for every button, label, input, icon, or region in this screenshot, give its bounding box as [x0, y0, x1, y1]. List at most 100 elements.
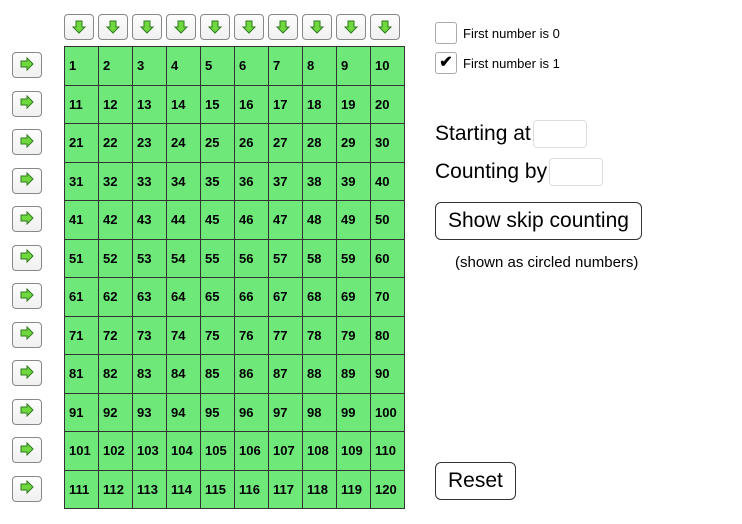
- grid-cell[interactable]: 51: [65, 239, 99, 278]
- grid-cell[interactable]: 62: [99, 278, 133, 317]
- grid-cell[interactable]: 98: [303, 393, 337, 432]
- grid-cell[interactable]: 42: [99, 201, 133, 240]
- column-arrow-button[interactable]: [200, 14, 230, 40]
- grid-cell[interactable]: 105: [201, 432, 235, 471]
- grid-cell[interactable]: 14: [167, 85, 201, 124]
- grid-cell[interactable]: 100: [371, 393, 405, 432]
- row-arrow-button[interactable]: [12, 245, 42, 271]
- row-arrow-button[interactable]: [12, 129, 42, 155]
- row-arrow-button[interactable]: [12, 206, 42, 232]
- grid-cell[interactable]: 118: [303, 470, 337, 509]
- grid-cell[interactable]: 92: [99, 393, 133, 432]
- column-arrow-button[interactable]: [302, 14, 332, 40]
- grid-cell[interactable]: 61: [65, 278, 99, 317]
- starting-at-input[interactable]: [533, 120, 587, 148]
- grid-cell[interactable]: 31: [65, 162, 99, 201]
- grid-cell[interactable]: 37: [269, 162, 303, 201]
- grid-cell[interactable]: 6: [235, 47, 269, 86]
- row-arrow-button[interactable]: [12, 168, 42, 194]
- grid-cell[interactable]: 38: [303, 162, 337, 201]
- grid-cell[interactable]: 34: [167, 162, 201, 201]
- grid-cell[interactable]: 70: [371, 278, 405, 317]
- grid-cell[interactable]: 103: [133, 432, 167, 471]
- row-arrow-button[interactable]: [12, 91, 42, 117]
- grid-cell[interactable]: 11: [65, 85, 99, 124]
- row-arrow-button[interactable]: [12, 52, 42, 78]
- column-arrow-button[interactable]: [234, 14, 264, 40]
- grid-cell[interactable]: 40: [371, 162, 405, 201]
- grid-cell[interactable]: 29: [337, 124, 371, 163]
- grid-cell[interactable]: 30: [371, 124, 405, 163]
- grid-cell[interactable]: 9: [337, 47, 371, 86]
- grid-cell[interactable]: 109: [337, 432, 371, 471]
- grid-cell[interactable]: 75: [201, 316, 235, 355]
- grid-cell[interactable]: 35: [201, 162, 235, 201]
- grid-cell[interactable]: 3: [133, 47, 167, 86]
- grid-cell[interactable]: 97: [269, 393, 303, 432]
- row-arrow-button[interactable]: [12, 399, 42, 425]
- show-skip-counting-button[interactable]: Show skip counting: [435, 202, 642, 240]
- grid-cell[interactable]: 25: [201, 124, 235, 163]
- grid-cell[interactable]: 81: [65, 355, 99, 394]
- grid-cell[interactable]: 2: [99, 47, 133, 86]
- column-arrow-button[interactable]: [268, 14, 298, 40]
- grid-cell[interactable]: 13: [133, 85, 167, 124]
- grid-cell[interactable]: 94: [167, 393, 201, 432]
- column-arrow-button[interactable]: [336, 14, 366, 40]
- grid-cell[interactable]: 112: [99, 470, 133, 509]
- grid-cell[interactable]: 43: [133, 201, 167, 240]
- grid-cell[interactable]: 108: [303, 432, 337, 471]
- grid-cell[interactable]: 90: [371, 355, 405, 394]
- grid-cell[interactable]: 58: [303, 239, 337, 278]
- grid-cell[interactable]: 99: [337, 393, 371, 432]
- grid-cell[interactable]: 12: [99, 85, 133, 124]
- grid-cell[interactable]: 8: [303, 47, 337, 86]
- grid-cell[interactable]: 1: [65, 47, 99, 86]
- grid-cell[interactable]: 66: [235, 278, 269, 317]
- grid-cell[interactable]: 68: [303, 278, 337, 317]
- grid-cell[interactable]: 96: [235, 393, 269, 432]
- grid-cell[interactable]: 89: [337, 355, 371, 394]
- grid-cell[interactable]: 49: [337, 201, 371, 240]
- grid-cell[interactable]: 120: [371, 470, 405, 509]
- grid-cell[interactable]: 32: [99, 162, 133, 201]
- grid-cell[interactable]: 18: [303, 85, 337, 124]
- grid-cell[interactable]: 41: [65, 201, 99, 240]
- column-arrow-button[interactable]: [64, 14, 94, 40]
- grid-cell[interactable]: 104: [167, 432, 201, 471]
- column-arrow-button[interactable]: [132, 14, 162, 40]
- grid-cell[interactable]: 60: [371, 239, 405, 278]
- grid-cell[interactable]: 33: [133, 162, 167, 201]
- column-arrow-button[interactable]: [166, 14, 196, 40]
- grid-cell[interactable]: 59: [337, 239, 371, 278]
- row-arrow-button[interactable]: [12, 360, 42, 386]
- grid-cell[interactable]: 55: [201, 239, 235, 278]
- grid-cell[interactable]: 115: [201, 470, 235, 509]
- grid-cell[interactable]: 76: [235, 316, 269, 355]
- grid-cell[interactable]: 19: [337, 85, 371, 124]
- column-arrow-button[interactable]: [370, 14, 400, 40]
- grid-cell[interactable]: 5: [201, 47, 235, 86]
- counting-by-input[interactable]: [549, 158, 603, 186]
- grid-cell[interactable]: 83: [133, 355, 167, 394]
- grid-cell[interactable]: 47: [269, 201, 303, 240]
- grid-cell[interactable]: 91: [65, 393, 99, 432]
- checkbox-first-0[interactable]: [435, 22, 457, 44]
- grid-cell[interactable]: 53: [133, 239, 167, 278]
- grid-cell[interactable]: 23: [133, 124, 167, 163]
- grid-cell[interactable]: 85: [201, 355, 235, 394]
- grid-cell[interactable]: 114: [167, 470, 201, 509]
- grid-cell[interactable]: 45: [201, 201, 235, 240]
- grid-cell[interactable]: 57: [269, 239, 303, 278]
- grid-cell[interactable]: 10: [371, 47, 405, 86]
- grid-cell[interactable]: 64: [167, 278, 201, 317]
- grid-cell[interactable]: 22: [99, 124, 133, 163]
- grid-cell[interactable]: 101: [65, 432, 99, 471]
- grid-cell[interactable]: 111: [65, 470, 99, 509]
- grid-cell[interactable]: 28: [303, 124, 337, 163]
- grid-cell[interactable]: 67: [269, 278, 303, 317]
- grid-cell[interactable]: 86: [235, 355, 269, 394]
- grid-cell[interactable]: 39: [337, 162, 371, 201]
- grid-cell[interactable]: 77: [269, 316, 303, 355]
- grid-cell[interactable]: 21: [65, 124, 99, 163]
